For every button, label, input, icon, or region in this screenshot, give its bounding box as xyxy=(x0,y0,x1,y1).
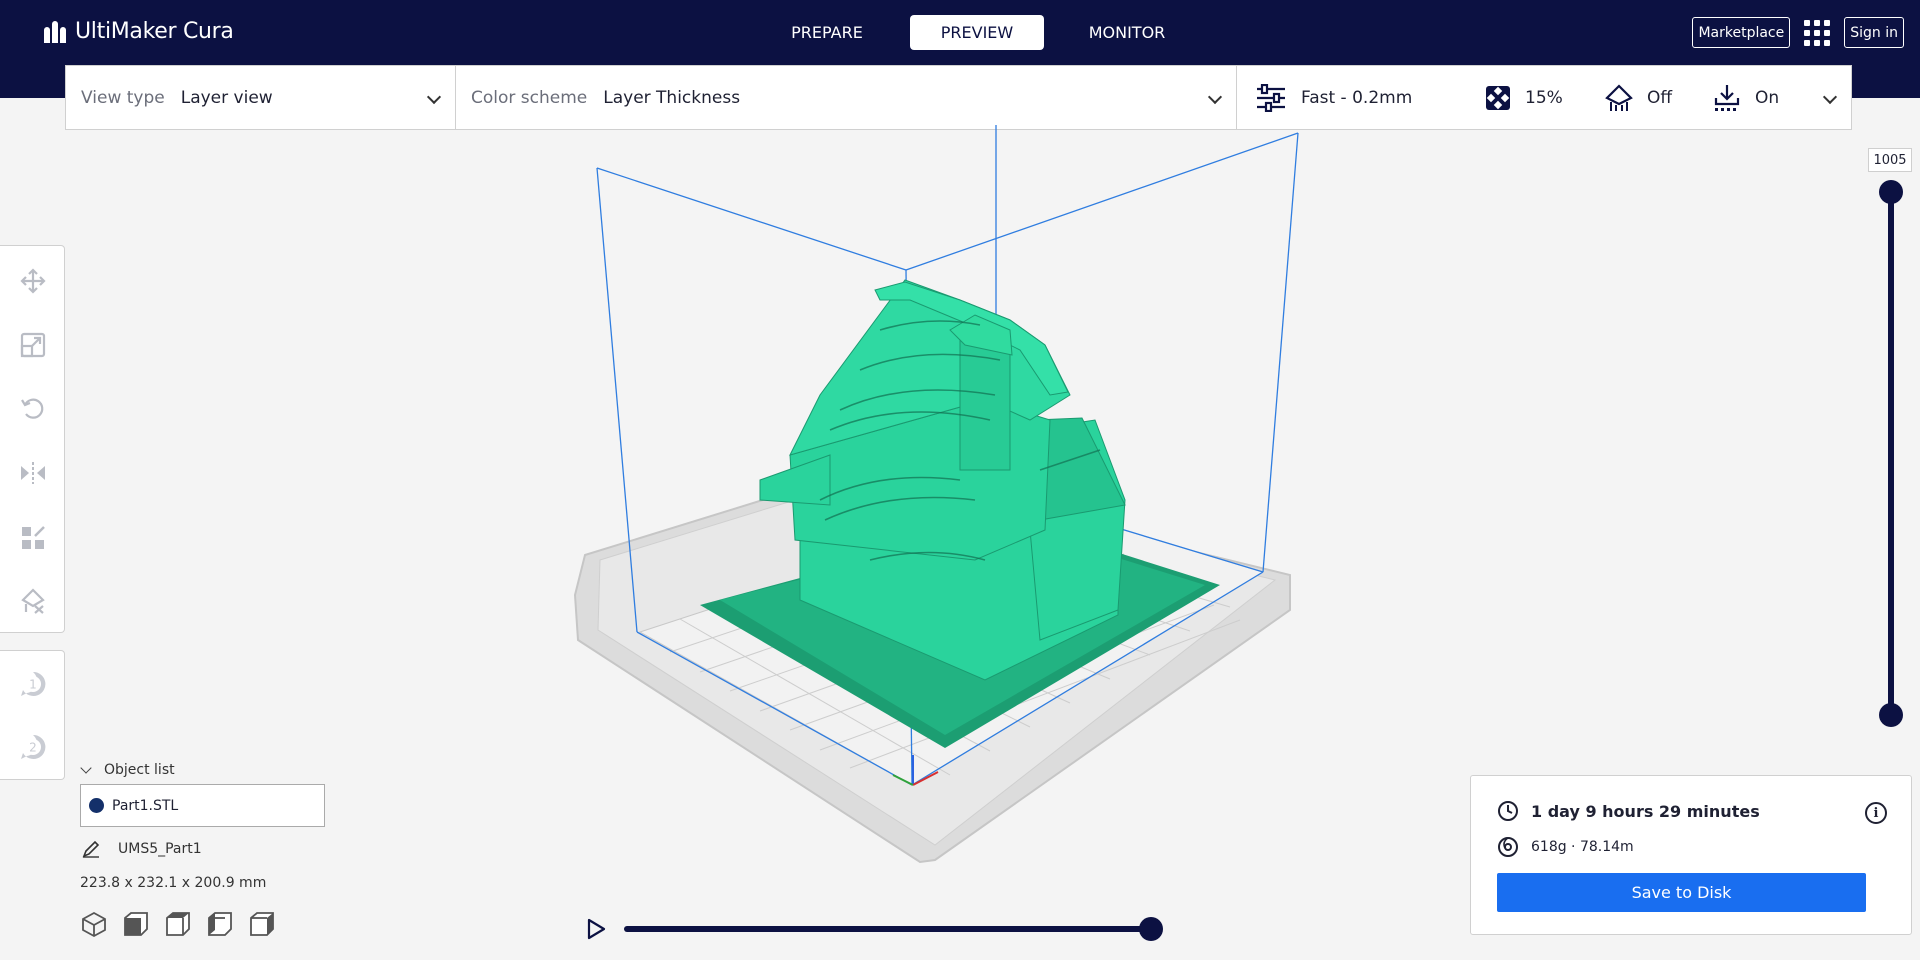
3d-view-icon[interactable] xyxy=(80,910,108,938)
extruder-panel: 1 2 xyxy=(0,650,65,780)
path-slider-handle[interactable] xyxy=(1139,917,1163,941)
chevron-down-icon xyxy=(1822,89,1838,105)
marketplace-button[interactable]: Marketplace xyxy=(1692,17,1791,48)
support-blocker-icon[interactable] xyxy=(18,586,48,616)
job-name[interactable]: UMS5_Part1 xyxy=(82,840,202,858)
print-time: 1 day 9 hours 29 minutes xyxy=(1497,800,1760,822)
object-list-item[interactable]: Part1.STL xyxy=(80,784,325,827)
tab-monitor[interactable]: MONITOR xyxy=(1060,15,1194,50)
scale-icon[interactable] xyxy=(18,330,48,360)
extruder-2-icon[interactable]: 2 xyxy=(18,732,48,762)
sign-in-button[interactable]: Sign in xyxy=(1844,17,1904,48)
model-dimensions: 223.8 x 232.1 x 200.9 mm xyxy=(80,875,267,891)
3d-viewport[interactable] xyxy=(540,125,1340,875)
color-scheme-value: Layer Thickness xyxy=(603,87,741,108)
extruder-color-dot xyxy=(89,798,104,813)
view-type-value: Layer view xyxy=(180,87,273,108)
material-value: 618g · 78.14m xyxy=(1531,839,1634,855)
apps-grid-icon[interactable] xyxy=(1804,19,1831,46)
extruder-1-icon[interactable]: 1 xyxy=(18,669,48,699)
chevron-down-icon xyxy=(80,762,92,774)
svg-text:1: 1 xyxy=(29,678,37,692)
spool-icon xyxy=(1498,837,1518,857)
play-icon[interactable] xyxy=(585,917,607,941)
tool-panel xyxy=(0,245,65,633)
sliders-icon xyxy=(1257,83,1285,112)
per-model-settings-icon[interactable] xyxy=(18,523,48,553)
support-icon xyxy=(1605,83,1633,111)
infill-value: 15% xyxy=(1525,87,1563,108)
support-value: Off xyxy=(1647,87,1673,108)
front-view-icon[interactable] xyxy=(122,910,150,938)
profile-setting: Fast - 0.2mm xyxy=(1255,83,1485,112)
left-view-icon[interactable] xyxy=(206,910,234,938)
path-slider-track[interactable] xyxy=(624,926,1152,932)
profile-value: Fast - 0.2mm xyxy=(1301,87,1413,108)
print-settings-dropdown[interactable]: Fast - 0.2mm 15% Off On xyxy=(1237,66,1851,129)
camera-view-buttons xyxy=(80,910,276,938)
print-time-value: 1 day 9 hours 29 minutes xyxy=(1531,801,1760,821)
stage-tabs: PREPARE PREVIEW MONITOR xyxy=(760,15,1194,50)
support-setting: Off xyxy=(1605,83,1713,112)
view-type-dropdown[interactable]: View type Layer view xyxy=(66,66,456,129)
color-scheme-label: Color scheme xyxy=(471,87,588,108)
svg-text:2: 2 xyxy=(29,741,37,755)
job-name-text: UMS5_Part1 xyxy=(118,841,202,857)
layer-slider-upper-handle[interactable] xyxy=(1879,180,1903,204)
color-scheme-dropdown[interactable]: Color scheme Layer Thickness xyxy=(456,66,1237,129)
view-type-label: View type xyxy=(81,87,165,108)
info-icon[interactable]: i xyxy=(1865,802,1887,824)
pencil-icon[interactable] xyxy=(82,840,100,858)
move-icon[interactable] xyxy=(18,266,48,296)
layer-number-field[interactable]: 1005 xyxy=(1868,148,1912,172)
infill-setting: 15% xyxy=(1485,85,1605,111)
rotate-icon[interactable] xyxy=(18,393,48,423)
object-list-label: Object list xyxy=(104,762,175,778)
adhesion-icon xyxy=(1714,84,1740,111)
print-info-panel: 1 day 9 hours 29 minutes i 618g · 78.14m… xyxy=(1470,775,1912,935)
layer-slider-lower-handle[interactable] xyxy=(1879,703,1903,727)
object-list-toggle[interactable]: Object list xyxy=(80,762,175,778)
ultimaker-logo-icon xyxy=(44,20,66,43)
right-view-icon[interactable] xyxy=(248,910,276,938)
infill-icon xyxy=(1486,85,1510,110)
tab-preview[interactable]: PREVIEW xyxy=(910,15,1044,50)
material-usage: 618g · 78.14m xyxy=(1497,836,1634,858)
chevron-down-icon xyxy=(1207,89,1223,105)
save-to-disk-button[interactable]: Save to Disk xyxy=(1497,873,1866,912)
top-view-icon[interactable] xyxy=(164,910,192,938)
tab-prepare[interactable]: PREPARE xyxy=(760,15,894,50)
adhesion-setting: On xyxy=(1713,84,1779,112)
object-name: Part1.STL xyxy=(112,797,179,814)
app-title: UltiMaker Cura xyxy=(75,19,234,44)
chevron-down-icon xyxy=(426,89,442,105)
app-logo: UltiMaker Cura xyxy=(44,19,234,44)
view-toolbar: View type Layer view Color scheme Layer … xyxy=(65,65,1852,130)
layer-slider-track[interactable] xyxy=(1888,192,1894,716)
mirror-icon[interactable] xyxy=(18,458,48,488)
adhesion-value: On xyxy=(1755,87,1780,108)
clock-icon xyxy=(1498,801,1518,821)
